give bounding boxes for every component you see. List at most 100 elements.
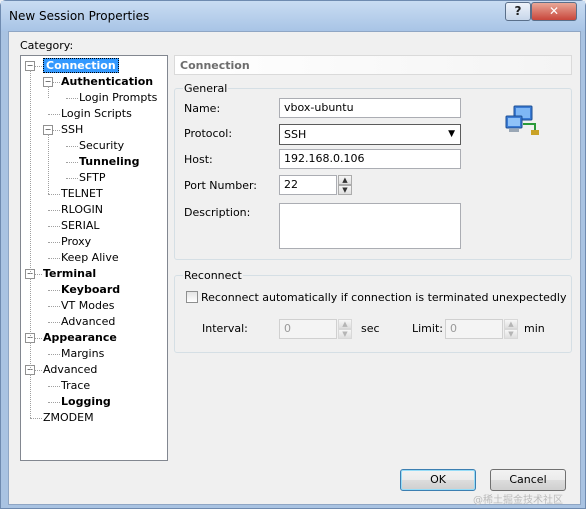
interval-label: Interval: (202, 322, 248, 335)
category-label: Category: (20, 39, 74, 52)
tree-item[interactable]: VT Modes (61, 298, 114, 314)
description-label: Description: (184, 206, 251, 219)
tree-item[interactable]: RLOGIN (61, 202, 103, 218)
reconnect-group-title: Reconnect (183, 269, 243, 282)
tree-item-label: Advanced (61, 315, 116, 328)
protocol-label: Protocol: (184, 127, 233, 140)
tree-item-label: TELNET (61, 187, 103, 200)
port-field[interactable]: 22 (279, 175, 337, 195)
tree-item[interactable]: Terminal (43, 266, 96, 282)
tree-item[interactable]: Margins (61, 346, 104, 362)
tree-connector (66, 178, 78, 179)
tree-connector (48, 194, 60, 195)
tree-item-label: Keep Alive (61, 251, 119, 264)
tree-guide-line (48, 134, 49, 194)
tree-item[interactable]: TELNET (61, 186, 103, 202)
tree-item[interactable]: SERIAL (61, 218, 99, 234)
tree-item-label: Security (79, 139, 125, 152)
limit-unit: min (524, 322, 545, 335)
cancel-button[interactable]: Cancel (490, 469, 566, 491)
tree-connector (30, 418, 42, 419)
tree-item[interactable]: Security (79, 138, 124, 154)
limit-label: Limit: (412, 322, 443, 335)
title-bar[interactable]: New Session Properties ? ✕ (1, 1, 585, 31)
interval-spin-up[interactable]: ▲ (338, 319, 352, 329)
interval-spin-down[interactable]: ▼ (338, 329, 352, 339)
name-label: Name: (184, 102, 221, 115)
tree-item[interactable]: Login Prompts (79, 90, 157, 106)
port-spin-down[interactable]: ▼ (338, 185, 352, 195)
panel-header: Connection (174, 55, 572, 75)
limit-field[interactable]: 0 (445, 319, 503, 339)
tree-item[interactable]: Advanced (61, 314, 115, 330)
tree-item-label: Appearance (43, 331, 117, 344)
network-computers-icon (505, 104, 541, 136)
tree-item[interactable]: Logging (61, 394, 111, 410)
tree-connector (66, 162, 78, 163)
interval-unit: sec (361, 322, 380, 335)
tree-connector (48, 322, 60, 323)
tree-item[interactable]: Appearance (43, 330, 117, 346)
tree-item-label: Advanced (43, 363, 98, 376)
tree-connector (48, 402, 60, 403)
dropdown-arrow-icon: ▼ (448, 129, 455, 139)
tree-connector (48, 290, 60, 291)
tree-item-label: SERIAL (61, 219, 100, 232)
tree-item-label: VT Modes (61, 299, 115, 312)
close-icon[interactable]: ✕ (531, 2, 577, 21)
tree-item-label: Margins (61, 347, 105, 360)
name-field[interactable]: vbox-ubuntu (279, 98, 461, 118)
reconnect-checkbox[interactable] (186, 291, 198, 303)
tree-item-label: Login Prompts (79, 91, 158, 104)
tree-connector (48, 306, 60, 307)
tree-item[interactable]: Login Scripts (61, 106, 132, 122)
tree-item[interactable]: Keyboard (61, 282, 120, 298)
host-label: Host: (184, 153, 213, 166)
tree-item-label: Logging (61, 395, 111, 408)
tree-connector (48, 114, 60, 115)
tree-item[interactable]: Proxy (61, 234, 91, 250)
host-field[interactable]: 192.168.0.106 (279, 149, 461, 169)
tree-item-label: ZMODEM (43, 411, 94, 424)
tree-item[interactable]: Advanced (43, 362, 97, 378)
tree-connector (48, 210, 60, 211)
limit-spin-up[interactable]: ▲ (504, 319, 518, 329)
tree-item[interactable]: Trace (61, 378, 90, 394)
tree-item[interactable]: Connection (43, 58, 119, 74)
tree-connector (48, 386, 60, 387)
tree-item[interactable]: ZMODEM (43, 410, 94, 426)
port-label: Port Number: (184, 179, 258, 192)
tree-item[interactable]: Authentication (61, 74, 153, 90)
protocol-select[interactable]: SSH ▼ (279, 124, 461, 145)
tree-connector (48, 226, 60, 227)
tree-guide-line (30, 70, 31, 274)
ok-button[interactable]: OK (400, 469, 476, 491)
reconnect-checkbox-label[interactable]: Reconnect automatically if connection is… (201, 291, 566, 304)
watermark: @稀土掘金技术社区 (473, 495, 563, 506)
tree-item[interactable]: SFTP (79, 170, 105, 186)
tree-connector (48, 354, 60, 355)
tree-item-label: Login Scripts (61, 107, 132, 120)
tree-item-label: Terminal (43, 267, 97, 280)
help-icon[interactable]: ? (505, 2, 531, 21)
tree-item-label: Keyboard (61, 283, 121, 296)
tree-guide-line (30, 374, 31, 418)
tree-item-label: Tunneling (79, 155, 140, 168)
tree-guide-line (48, 86, 49, 98)
tree-item-label: Connection (43, 58, 119, 73)
tree-item[interactable]: Keep Alive (61, 250, 119, 266)
category-tree[interactable]: Connection − Authentication − Login Prompts L… (20, 55, 168, 461)
tree-connector (66, 98, 78, 99)
tree-item-label: Trace (61, 379, 91, 392)
tree-item-label: SSH (61, 123, 84, 136)
interval-field[interactable]: 0 (279, 319, 337, 339)
port-spin-up[interactable]: ▲ (338, 175, 352, 185)
tree-item-label: RLOGIN (61, 203, 104, 216)
tree-connector (48, 258, 60, 259)
window-title: New Session Properties (9, 9, 150, 23)
tree-item[interactable]: SSH (61, 122, 83, 138)
tree-item[interactable]: Tunneling (79, 154, 140, 170)
description-field[interactable] (279, 203, 461, 249)
tree-item-label: Proxy (61, 235, 92, 248)
limit-spin-down[interactable]: ▼ (504, 329, 518, 339)
